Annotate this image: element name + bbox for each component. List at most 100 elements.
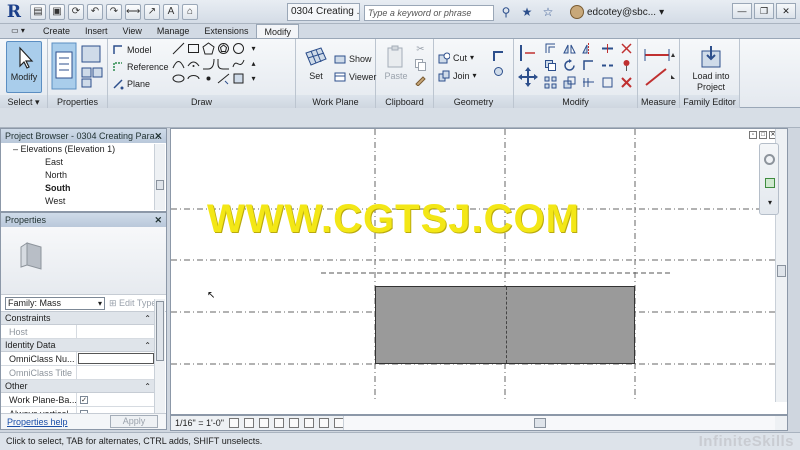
tree-item-west[interactable]: West bbox=[21, 195, 166, 208]
apply-button[interactable]: Apply bbox=[110, 415, 158, 428]
circle-icon[interactable] bbox=[232, 42, 245, 55]
project-browser-scrollbar[interactable] bbox=[154, 144, 165, 210]
tree-node-elevations[interactable]: – Elevations (Elevation 1) bbox=[13, 143, 166, 156]
collapse-icon[interactable]: ⌃ bbox=[144, 380, 151, 393]
omniclass-number-field[interactable] bbox=[78, 353, 154, 364]
user-account[interactable]: edcotey@sbc... ▾ bbox=[570, 3, 664, 21]
pick-faces-icon[interactable] bbox=[232, 72, 245, 85]
select-panel-label[interactable]: Select ▾ bbox=[0, 95, 47, 109]
chevron-down-icon[interactable]: ▾ bbox=[768, 198, 772, 207]
work-plane-based-checkbox[interactable]: ✓ bbox=[80, 396, 88, 404]
chevron-down-icon[interactable]: ▾ bbox=[247, 42, 260, 55]
tab-insert[interactable]: Insert bbox=[78, 24, 115, 38]
sun-path-icon[interactable] bbox=[258, 418, 269, 428]
copy-element-icon[interactable] bbox=[544, 59, 557, 72]
type-properties-icon[interactable] bbox=[80, 44, 104, 88]
scrollbar-thumb[interactable] bbox=[156, 180, 164, 190]
pick-lines-icon[interactable] bbox=[217, 72, 230, 85]
offset-icon[interactable] bbox=[544, 42, 557, 55]
show-work-plane-button[interactable]: Show bbox=[334, 51, 372, 66]
paste-button[interactable]: Paste bbox=[378, 41, 414, 93]
family-dropdown[interactable]: Family: Mass bbox=[5, 296, 105, 310]
reference-plane-button[interactable]: Plane bbox=[112, 76, 150, 91]
partial-ellipse-icon[interactable] bbox=[187, 72, 200, 85]
align-move-icons[interactable] bbox=[517, 43, 539, 87]
circumscribed-polygon-icon[interactable] bbox=[217, 42, 230, 55]
arc-tangent-icon[interactable] bbox=[202, 57, 215, 70]
ellipse-icon[interactable] bbox=[172, 72, 185, 85]
measure-icon[interactable]: ⟷ bbox=[125, 4, 141, 20]
tree-item-north[interactable]: North bbox=[21, 169, 166, 182]
collapse-icon[interactable]: ⌃ bbox=[144, 339, 151, 352]
drawing-canvas[interactable]: WWW.CGTSJ.COM ↖ ▫ □ ✕ ▾ bbox=[170, 128, 788, 415]
work-plane-viewer-button[interactable]: Viewer bbox=[334, 69, 376, 84]
tab-modify[interactable]: Modify bbox=[256, 24, 299, 38]
undo-icon[interactable]: ↶ bbox=[87, 4, 103, 20]
search-input[interactable]: Type a keyword or phrase bbox=[364, 5, 494, 21]
scale-icon[interactable] bbox=[563, 76, 576, 89]
tab-display-toggle[interactable]: ▭ ▾ bbox=[7, 25, 29, 37]
tree-item-east[interactable]: East bbox=[21, 156, 166, 169]
detail-level-icon[interactable] bbox=[228, 418, 239, 428]
show-crop-icon[interactable] bbox=[303, 418, 314, 428]
split-element-icon[interactable] bbox=[601, 42, 614, 55]
chevron-down-icon[interactable]: ▾ bbox=[473, 71, 477, 80]
sync-icon[interactable]: ⟳ bbox=[68, 4, 84, 20]
delete-icon[interactable] bbox=[620, 76, 633, 89]
copy-icon[interactable] bbox=[414, 58, 427, 71]
split-gap-icon[interactable] bbox=[601, 59, 614, 72]
scroll-down-icon[interactable]: ▾ bbox=[247, 72, 260, 85]
dimension-icon[interactable]: ↗ bbox=[144, 4, 160, 20]
tab-view[interactable]: View bbox=[116, 24, 149, 38]
scrollbar-thumb[interactable] bbox=[534, 418, 546, 428]
chevron-down-icon[interactable]: ▾ bbox=[659, 7, 664, 18]
point-icon[interactable] bbox=[202, 72, 215, 85]
mirror-axis-icon[interactable] bbox=[563, 42, 576, 55]
type-selector[interactable] bbox=[1, 227, 166, 295]
cut-clipboard-icon[interactable]: ✂ bbox=[414, 43, 427, 56]
visual-style-icon[interactable] bbox=[243, 418, 254, 428]
scrollbar-thumb[interactable] bbox=[156, 301, 164, 361]
modify-button[interactable]: Modify bbox=[6, 41, 42, 93]
arc-start-end-icon[interactable] bbox=[172, 57, 185, 70]
align-end-icon[interactable] bbox=[601, 76, 614, 89]
inscribed-polygon-icon[interactable] bbox=[202, 42, 215, 55]
line-icon[interactable] bbox=[172, 42, 185, 55]
star-icon[interactable]: ☆ bbox=[540, 4, 556, 20]
join-geometry-button[interactable]: Join ▾ bbox=[438, 68, 477, 83]
split-face-icon[interactable] bbox=[492, 65, 505, 78]
shadows-icon[interactable] bbox=[273, 418, 284, 428]
close-button[interactable]: ✕ bbox=[776, 3, 796, 19]
wall-join-icon[interactable] bbox=[492, 50, 505, 63]
binoculars-icon[interactable]: ⚲ bbox=[498, 4, 514, 20]
temporary-hide-icon[interactable] bbox=[318, 418, 329, 428]
maximize-button[interactable]: ❐ bbox=[754, 3, 774, 19]
3d-view-icon[interactable]: ⌂ bbox=[182, 4, 198, 20]
trim-multiple-icon[interactable] bbox=[582, 76, 595, 89]
reference-line-button[interactable]: Reference bbox=[112, 59, 169, 74]
tree-item-south[interactable]: South bbox=[21, 182, 166, 195]
unpin-icon[interactable] bbox=[620, 42, 633, 55]
crop-view-icon[interactable] bbox=[288, 418, 299, 428]
folder-open-icon[interactable]: ▤ bbox=[30, 4, 46, 20]
subscription-icon[interactable]: ★ bbox=[519, 4, 535, 20]
collapse-icon[interactable]: ⌃ bbox=[144, 312, 151, 325]
redo-icon[interactable]: ↷ bbox=[106, 4, 122, 20]
view-scale[interactable]: 1/16" = 1'-0" bbox=[175, 418, 224, 428]
tab-manage[interactable]: Manage bbox=[150, 24, 197, 38]
zoom-region-icon[interactable] bbox=[765, 178, 775, 188]
edit-type-button[interactable]: ⊞ Edit Type bbox=[109, 298, 156, 309]
text-icon[interactable]: A bbox=[163, 4, 179, 20]
tree-collapse-icon[interactable]: – bbox=[13, 144, 18, 154]
section-other[interactable]: Other ⌃ bbox=[1, 380, 155, 393]
pin-icon[interactable] bbox=[620, 59, 633, 72]
arc-center-icon[interactable] bbox=[187, 57, 200, 70]
tab-extensions[interactable]: Extensions bbox=[197, 24, 255, 38]
chevron-down-icon[interactable]: ▾ bbox=[470, 53, 474, 62]
spline-icon[interactable] bbox=[232, 57, 245, 70]
properties-help-link[interactable]: Properties help bbox=[7, 417, 68, 427]
close-icon[interactable]: ✕ bbox=[154, 213, 162, 227]
mirror-draw-icon[interactable] bbox=[582, 42, 595, 55]
load-into-project-button[interactable]: Load into Project bbox=[686, 41, 736, 93]
match-properties-icon[interactable] bbox=[414, 73, 427, 87]
